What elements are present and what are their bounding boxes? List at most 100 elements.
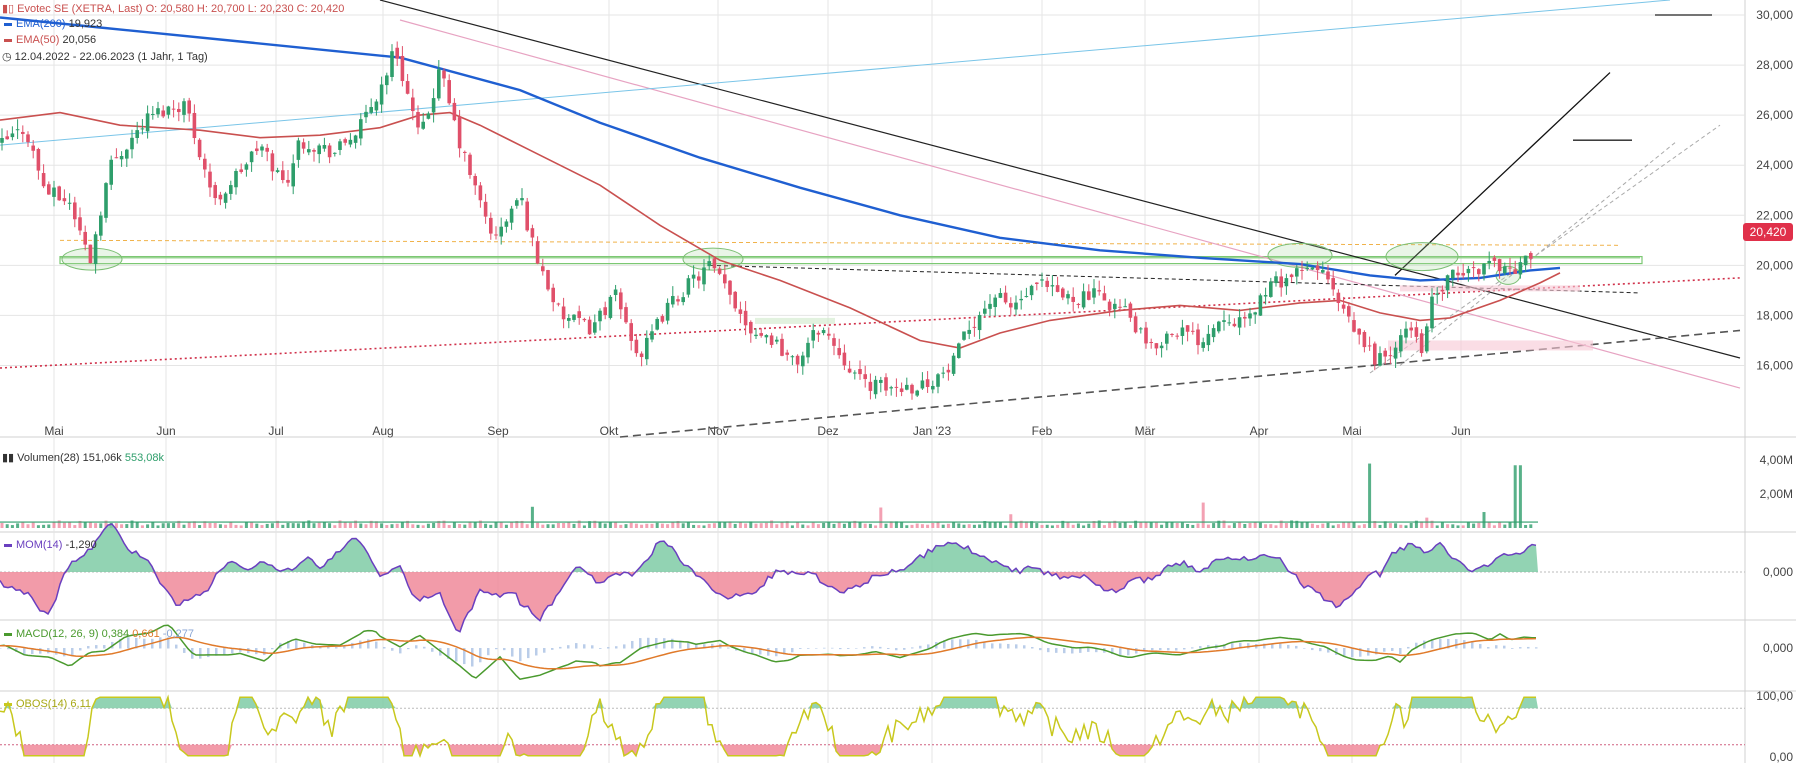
macd-histogram-bar — [1191, 647, 1194, 649]
candle-body — [842, 352, 847, 366]
candle-body — [390, 51, 394, 78]
candle-body — [998, 293, 1003, 298]
volume-bar — [738, 521, 742, 528]
volume-bar — [697, 525, 701, 528]
candle-body — [728, 280, 732, 295]
obos-swatch — [4, 702, 12, 706]
candle-body — [801, 355, 805, 367]
pink-downtrend-line — [399, 19, 1741, 389]
candle-body — [1269, 281, 1273, 297]
macd-histogram-bar — [455, 648, 458, 662]
candle-body — [265, 147, 269, 152]
volume-bar — [1149, 522, 1153, 528]
macd-value: 0,384 — [101, 628, 130, 640]
macd-hist-value: -0,277 — [162, 628, 194, 640]
candle-body — [691, 274, 696, 279]
candle-body — [702, 267, 706, 285]
candle-body — [759, 333, 763, 336]
candle-body — [988, 303, 992, 309]
candle-body — [1061, 288, 1065, 298]
volume-bar — [811, 522, 815, 528]
mom-positive-area — [0, 524, 1538, 572]
candle-body — [515, 200, 519, 206]
candle-body — [1404, 328, 1408, 338]
volume-bar — [702, 525, 706, 528]
macd-histogram-bar — [1535, 647, 1538, 649]
candle-body — [1393, 347, 1398, 359]
macd-histogram-bar — [1047, 648, 1050, 653]
candle-body — [229, 185, 233, 194]
volume-bar — [1108, 522, 1112, 528]
macd-histogram-bar — [1087, 648, 1090, 652]
candle-body — [671, 296, 675, 305]
volume-bar — [156, 525, 160, 528]
volume-bar — [1503, 524, 1507, 528]
volume-bar — [1342, 522, 1346, 528]
macd-histogram-bar — [847, 648, 850, 649]
macd-histogram-bar — [751, 648, 754, 654]
candle-body — [520, 198, 524, 201]
candle-body — [1113, 303, 1117, 309]
macd-histogram-bar — [911, 647, 914, 649]
volume-bar — [603, 523, 607, 528]
volume-bar — [692, 524, 696, 528]
candle-body — [1102, 293, 1107, 301]
candle-body — [437, 69, 441, 99]
chart-canvas[interactable]: Mai Jun Jul Aug Sep Okt Nov Dez Jan '23 Feb Mär Apr… — [0, 0, 1796, 763]
candle-body — [343, 139, 347, 143]
candle-body — [234, 170, 238, 188]
volume-bar — [83, 522, 87, 528]
macd-histogram-bar — [559, 646, 562, 649]
candle-body — [889, 387, 893, 389]
volume-bar — [312, 523, 316, 528]
candle-body — [1128, 303, 1133, 318]
volume-bar — [671, 522, 675, 528]
macd-histogram-bar — [375, 641, 378, 649]
candle-body — [1258, 295, 1263, 316]
light-blue-uptrend-line — [0, 0, 1671, 146]
volume-bar — [936, 521, 940, 528]
macd-histogram-bar — [607, 647, 610, 649]
candle-body — [192, 112, 197, 139]
candle-body — [348, 139, 353, 145]
candle-body — [941, 372, 945, 374]
candle-body — [931, 385, 935, 390]
macd-histogram-bar — [615, 646, 618, 649]
ema50-value: 20,056 — [62, 34, 97, 46]
pink-zone-2 — [1400, 285, 1580, 292]
candle-body — [1154, 343, 1159, 349]
instrument-header: ▮▯ Evotec SE (XETRA, Last) O: 20,580 H: … — [2, 2, 344, 15]
volume-bar — [1518, 465, 1522, 528]
candle-body — [463, 151, 467, 153]
volume-bar — [94, 523, 98, 528]
volume-bar — [660, 523, 664, 528]
macd-histogram-bar — [1039, 648, 1042, 651]
candle-body — [1081, 291, 1086, 308]
macd-histogram-bar — [1055, 648, 1058, 653]
volume-bar — [915, 523, 919, 528]
candle-body — [88, 244, 93, 264]
candle-body — [1466, 268, 1471, 274]
candle-body — [275, 170, 280, 172]
volume-bar — [140, 525, 144, 528]
candle-body — [1165, 333, 1169, 344]
macd-histogram-bar — [591, 645, 594, 649]
volume-bar — [952, 522, 956, 528]
volume-bar — [905, 525, 909, 528]
macd-histogram-bar — [575, 643, 578, 649]
ohlc-values: O: 20,580 H: 20,700 L: 20,230 C: 20,420 — [145, 3, 345, 15]
macd-histogram-bar — [223, 648, 226, 655]
mom-tick-label: 0,000 — [1763, 565, 1793, 579]
volume-bar — [348, 522, 352, 528]
candle-body — [1477, 269, 1481, 275]
candle-body — [78, 217, 82, 231]
candle-body — [62, 198, 67, 202]
candle-body — [1414, 327, 1419, 337]
volume-bar — [868, 523, 872, 528]
candle-body — [379, 84, 384, 105]
candle-body — [541, 266, 545, 272]
volume-bar — [796, 522, 800, 528]
black-downtrend-line — [379, 0, 1741, 359]
macd-histogram-bar — [895, 648, 898, 651]
volume-title: Volumen(28) — [17, 452, 80, 464]
